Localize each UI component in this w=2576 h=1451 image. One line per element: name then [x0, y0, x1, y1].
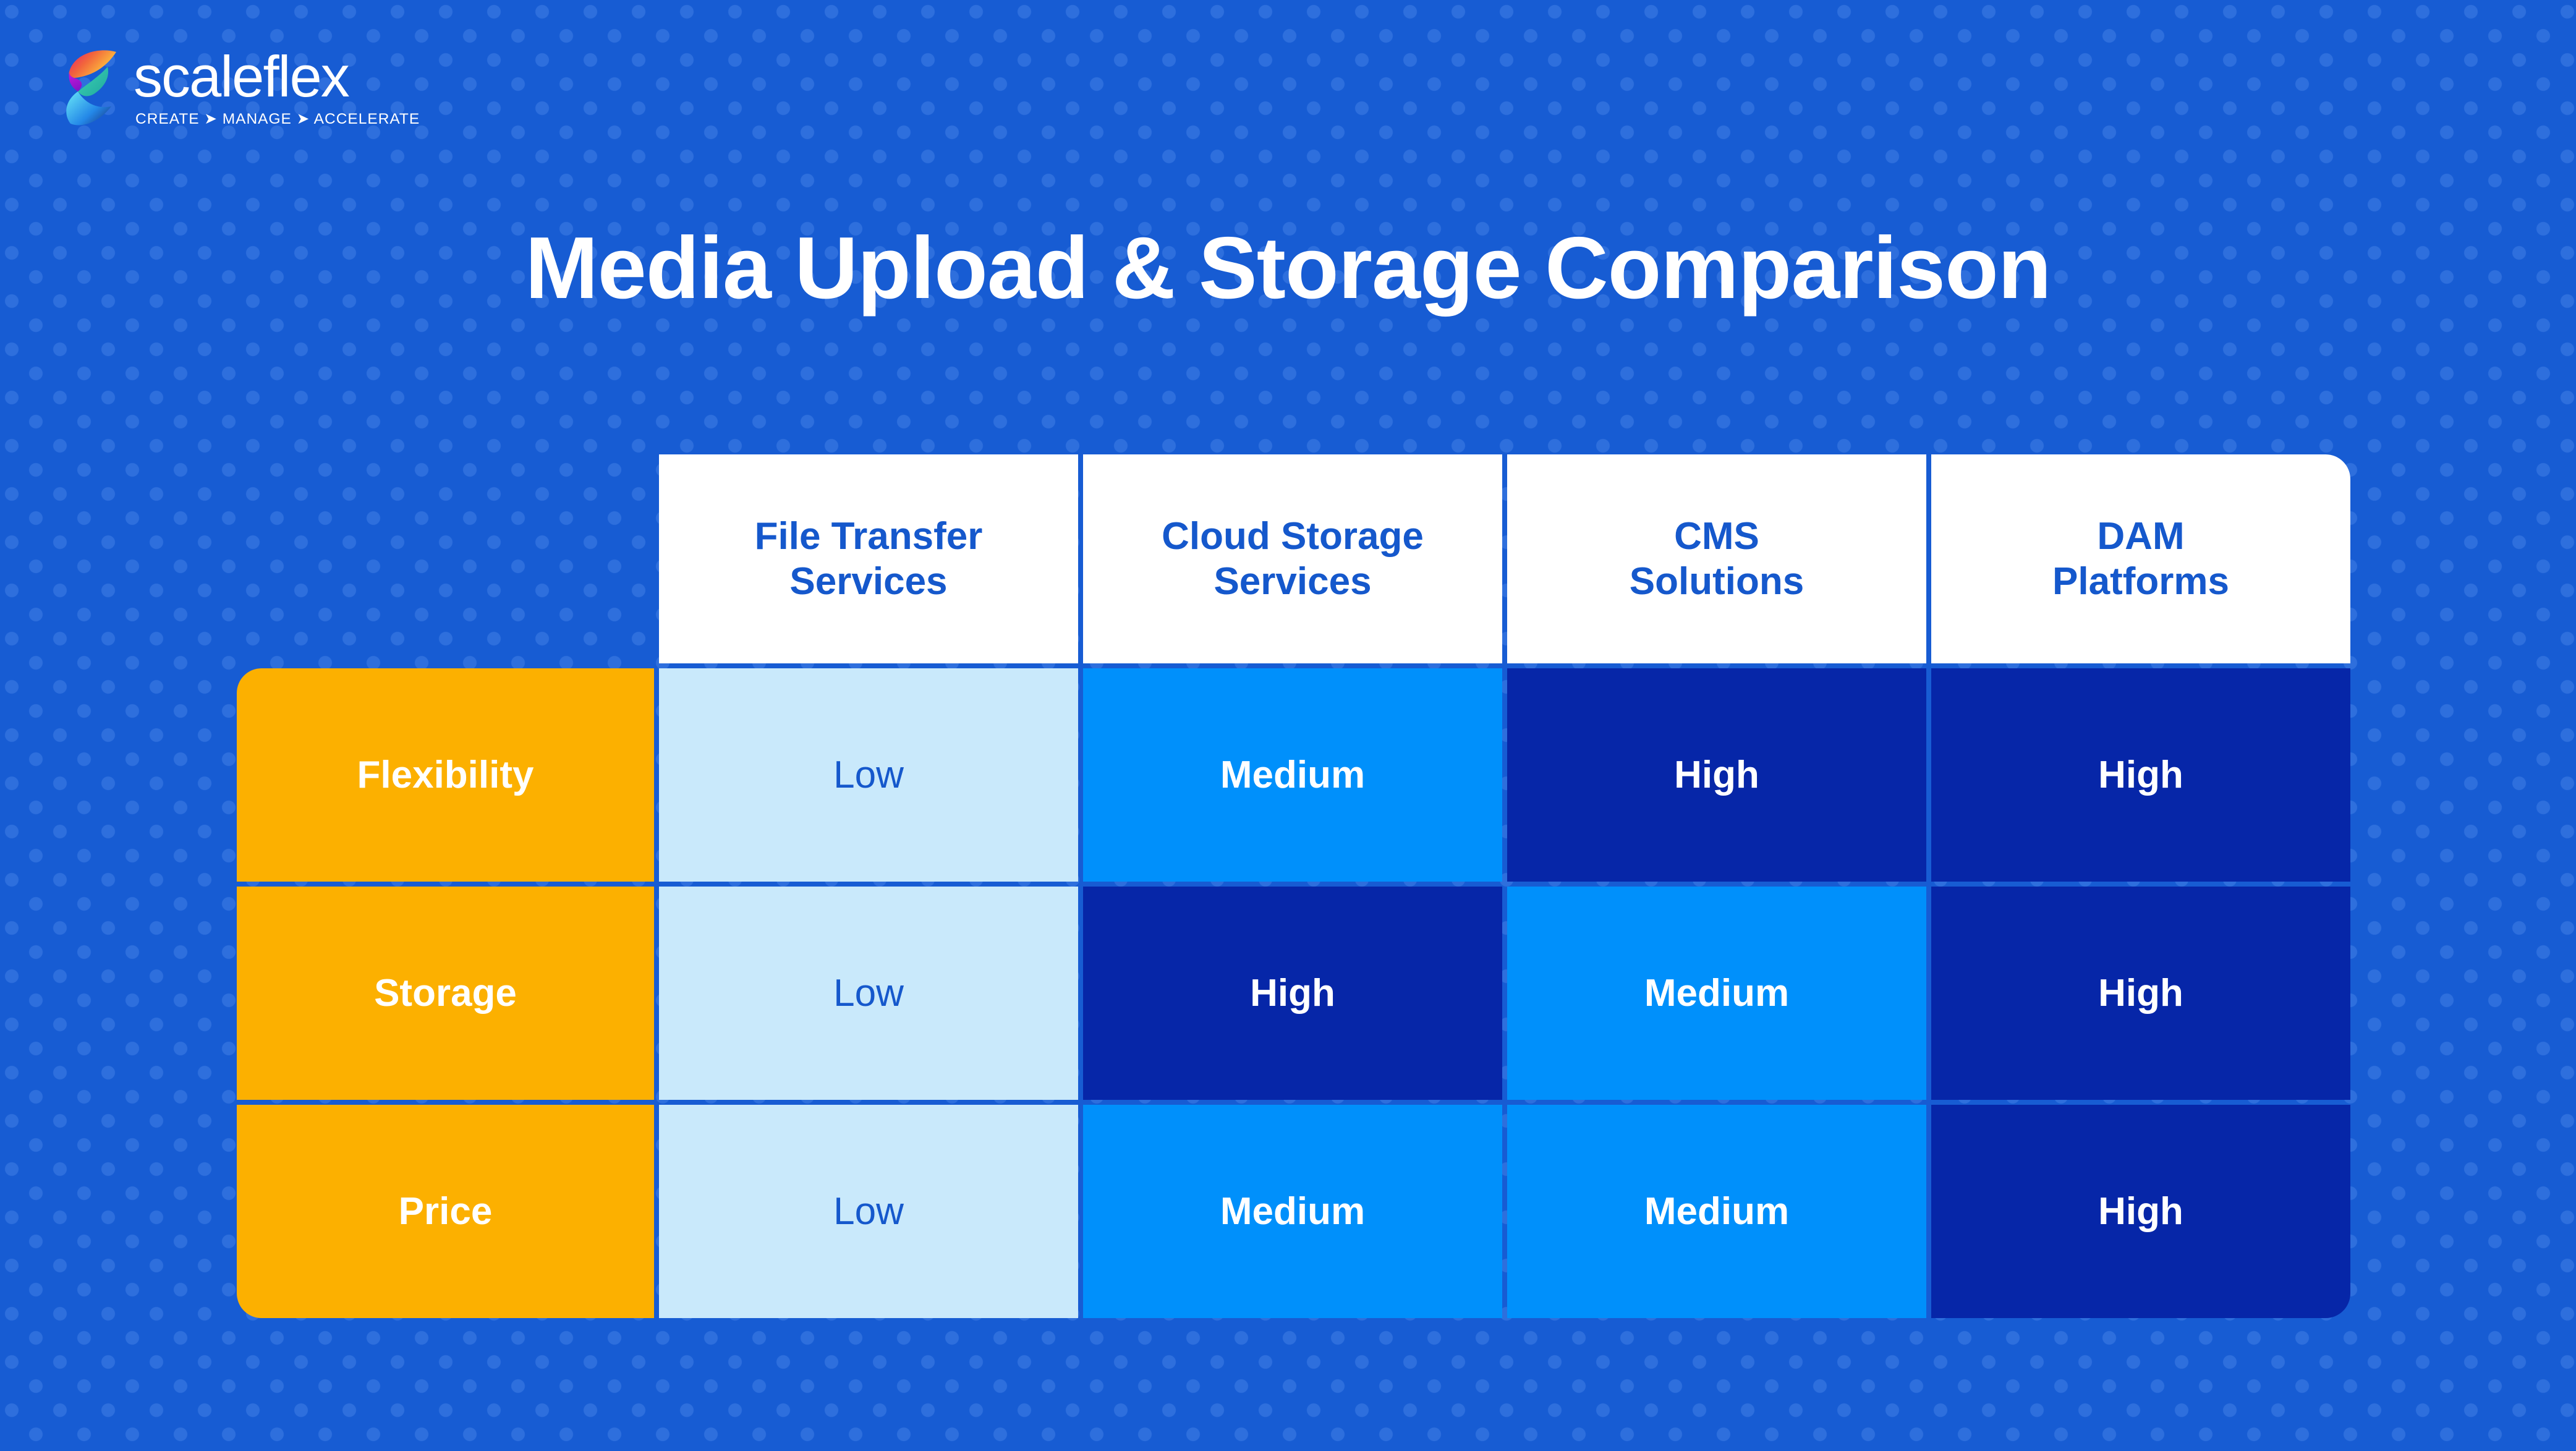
column-header-line1: File Transfer: [754, 514, 983, 558]
column-header-line1: DAM: [2097, 514, 2185, 558]
column-header-file-transfer-services: File Transfer Services: [659, 454, 1078, 663]
brand-wordmark: scaleflex: [134, 43, 350, 109]
page-title: Media Upload & Storage Comparison: [525, 219, 2051, 317]
table-row: Price Low Medium Medium High: [237, 1105, 2350, 1318]
table-row: Storage Low High Medium High: [237, 887, 2350, 1100]
row-label-flexibility: Flexibility: [237, 668, 654, 882]
cell-storage-file-transfer-services: Low: [659, 887, 1078, 1100]
row-label-storage: Storage: [237, 887, 654, 1100]
column-header-dam-platforms: DAM Platforms: [1931, 454, 2350, 663]
comparison-table: File Transfer Services Cloud Storage Ser…: [237, 454, 2350, 1318]
brand-tagline: CREATE ➤ MANAGE ➤ ACCELERATE: [135, 111, 420, 128]
scaleflex-logo: scaleflex CREATE ➤ MANAGE ➤ ACCELERATE: [62, 43, 420, 129]
cell-price-cloud-storage-services: Medium: [1083, 1105, 1502, 1318]
logo-text-block: scaleflex CREATE ➤ MANAGE ➤ ACCELERATE: [134, 43, 420, 128]
table-header-row: File Transfer Services Cloud Storage Ser…: [237, 454, 2350, 663]
table-row: Flexibility Low Medium High High: [237, 668, 2350, 882]
row-label-price: Price: [237, 1105, 654, 1318]
column-header-line2: Platforms: [2052, 560, 2229, 603]
scaleflex-s-ribbon-logo-icon: [62, 48, 119, 129]
cell-flexibility-file-transfer-services: Low: [659, 668, 1078, 882]
column-header-line2: Services: [789, 560, 948, 603]
cell-storage-dam-platforms: High: [1931, 887, 2350, 1100]
cell-storage-cloud-storage-services: High: [1083, 887, 1502, 1100]
column-header-line1: CMS: [1674, 514, 1759, 558]
cell-price-cms-solutions: Medium: [1507, 1105, 1926, 1318]
column-header-cloud-storage-services: Cloud Storage Services: [1083, 454, 1502, 663]
column-header-line2: Solutions: [1629, 560, 1804, 603]
column-header-cms-solutions: CMS Solutions: [1507, 454, 1926, 663]
cell-flexibility-cloud-storage-services: Medium: [1083, 668, 1502, 882]
cell-price-file-transfer-services: Low: [659, 1105, 1078, 1318]
cell-flexibility-cms-solutions: High: [1507, 668, 1926, 882]
table-corner-cell: [237, 454, 654, 663]
cell-storage-cms-solutions: Medium: [1507, 887, 1926, 1100]
cell-flexibility-dam-platforms: High: [1931, 668, 2350, 882]
column-header-line1: Cloud Storage: [1162, 514, 1424, 558]
column-header-line2: Services: [1214, 560, 1372, 603]
cell-price-dam-platforms: High: [1931, 1105, 2350, 1318]
